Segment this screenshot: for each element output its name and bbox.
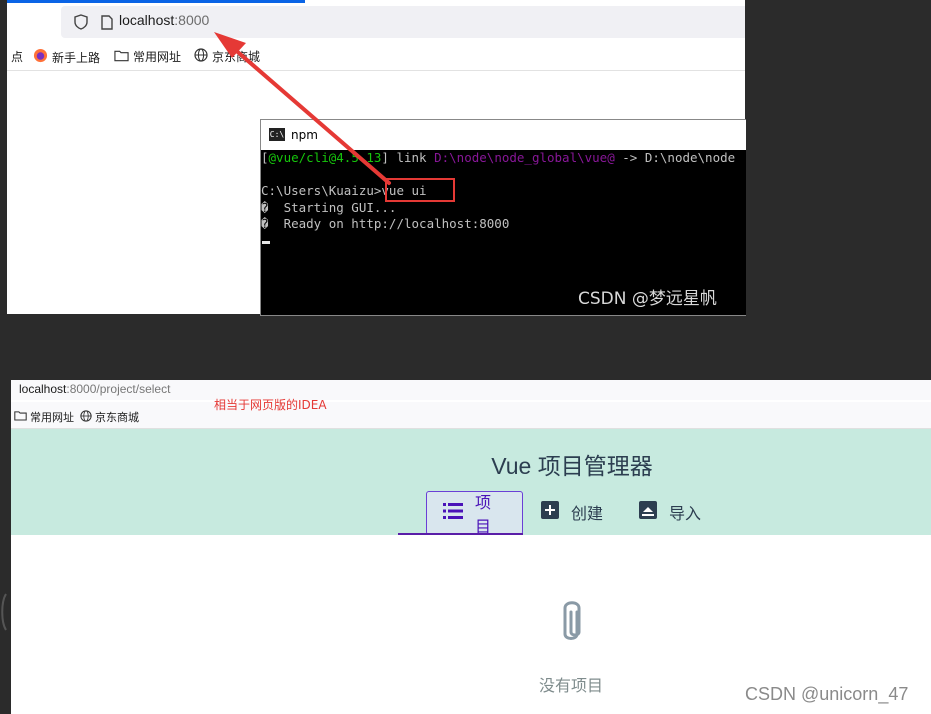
terminal-window[interactable]: C:\ npm [@vue/cli@4.5.13] link D:\node\n… bbox=[260, 119, 746, 316]
terminal-text: � Ready on http://localhost:8000 bbox=[261, 216, 510, 231]
tab-label: 导入 bbox=[669, 504, 702, 523]
firefox-icon bbox=[33, 48, 48, 66]
bookmark-label: 京东商城 bbox=[95, 411, 139, 424]
url-host: localhost bbox=[19, 382, 67, 396]
tab-projects[interactable]: 项目 bbox=[426, 491, 523, 536]
bookmarks-bar: 常用网址 京东商城 bbox=[11, 402, 931, 429]
bookmark-label: 常用网址 bbox=[133, 50, 182, 64]
list-icon bbox=[443, 503, 463, 523]
url-port: :8000 bbox=[174, 12, 210, 28]
terminal-text: @vue/cli@4.5.13 bbox=[268, 150, 382, 165]
page-title: Vue 项目管理器 bbox=[491, 453, 653, 479]
tab-create[interactable]: 创建 bbox=[525, 491, 620, 533]
bookmark-jd[interactable]: 京东商城 bbox=[80, 409, 139, 425]
bookmark-label: 常用网址 bbox=[30, 411, 74, 424]
vue-project-manager-header: Vue 项目管理器 项目 创建 导入 bbox=[11, 429, 931, 536]
tab-label: 创建 bbox=[571, 504, 604, 523]
terminal-text: [ bbox=[261, 150, 269, 165]
terminal-line: � Starting GUI... bbox=[261, 200, 746, 217]
paperclip-icon bbox=[557, 598, 585, 650]
terminal-line bbox=[261, 167, 746, 184]
empty-state-text: 没有项目 bbox=[539, 676, 604, 695]
watermark: CSDN @unicorn_47 bbox=[745, 684, 909, 704]
bottom-browser-window: localhost:8000/project/select 常用网址 京东商城 … bbox=[11, 380, 931, 714]
terminal-text: ] link bbox=[381, 150, 435, 165]
bookmark-folder[interactable]: 常用网址 bbox=[14, 409, 74, 425]
console-icon: C:\ bbox=[269, 128, 285, 141]
active-tab-indicator bbox=[398, 533, 523, 535]
page-icon bbox=[99, 14, 115, 30]
url-text[interactable]: localhost:8000/project/select bbox=[19, 382, 170, 396]
bookmark-label: 点 bbox=[11, 50, 24, 64]
import-icon bbox=[639, 501, 657, 523]
terminal-line: [@vue/cli@4.5.13] link D:\node\node_glob… bbox=[261, 150, 746, 167]
bookmark-jd[interactable]: 京东商城 bbox=[194, 48, 260, 65]
shield-icon[interactable] bbox=[73, 14, 89, 30]
url-path: :8000/project/select bbox=[66, 382, 171, 396]
bookmark-folder[interactable]: 常用网址 bbox=[114, 48, 181, 65]
globe-icon bbox=[80, 409, 92, 425]
annotation-text: 相当于网页版的IDEA bbox=[214, 398, 327, 412]
globe-icon bbox=[194, 48, 208, 65]
watermark: CSDN @梦远星帆 bbox=[578, 289, 717, 309]
bookmarks-bar: 点 新手上路 常用网址 京东商城 bbox=[7, 44, 745, 71]
partial-bracket-decoration bbox=[1, 593, 7, 631]
tab-import[interactable]: 导入 bbox=[623, 491, 733, 533]
highlight-box bbox=[385, 178, 455, 202]
terminal-text: -> D:\node\node bbox=[614, 150, 736, 165]
terminal-line: � Ready on http://localhost:8000 bbox=[261, 216, 746, 233]
folder-icon bbox=[14, 410, 27, 424]
tab-label: 项目 bbox=[475, 493, 492, 536]
loading-progress-bar bbox=[7, 0, 305, 3]
terminal-text: � Starting GUI... bbox=[261, 199, 397, 215]
bookmark-firefox[interactable]: 新手上路 bbox=[33, 48, 100, 66]
terminal-line: C:\Users\Kuaizu>vue ui bbox=[261, 183, 746, 200]
bookmark-label: 新手上路 bbox=[52, 50, 101, 65]
terminal-text: D:\node\node_global\vue@ bbox=[434, 150, 615, 165]
folder-icon bbox=[114, 49, 129, 65]
bookmark-label: 京东商城 bbox=[212, 50, 261, 64]
url-text[interactable]: localhost:8000 bbox=[119, 12, 209, 28]
url-host: localhost bbox=[119, 12, 175, 28]
terminal-title: npm bbox=[291, 128, 318, 142]
terminal-cursor bbox=[262, 241, 270, 244]
terminal-titlebar[interactable]: C:\ npm bbox=[261, 120, 746, 150]
plus-box-icon bbox=[541, 501, 559, 523]
bookmark-partial[interactable]: 点 bbox=[11, 48, 23, 65]
